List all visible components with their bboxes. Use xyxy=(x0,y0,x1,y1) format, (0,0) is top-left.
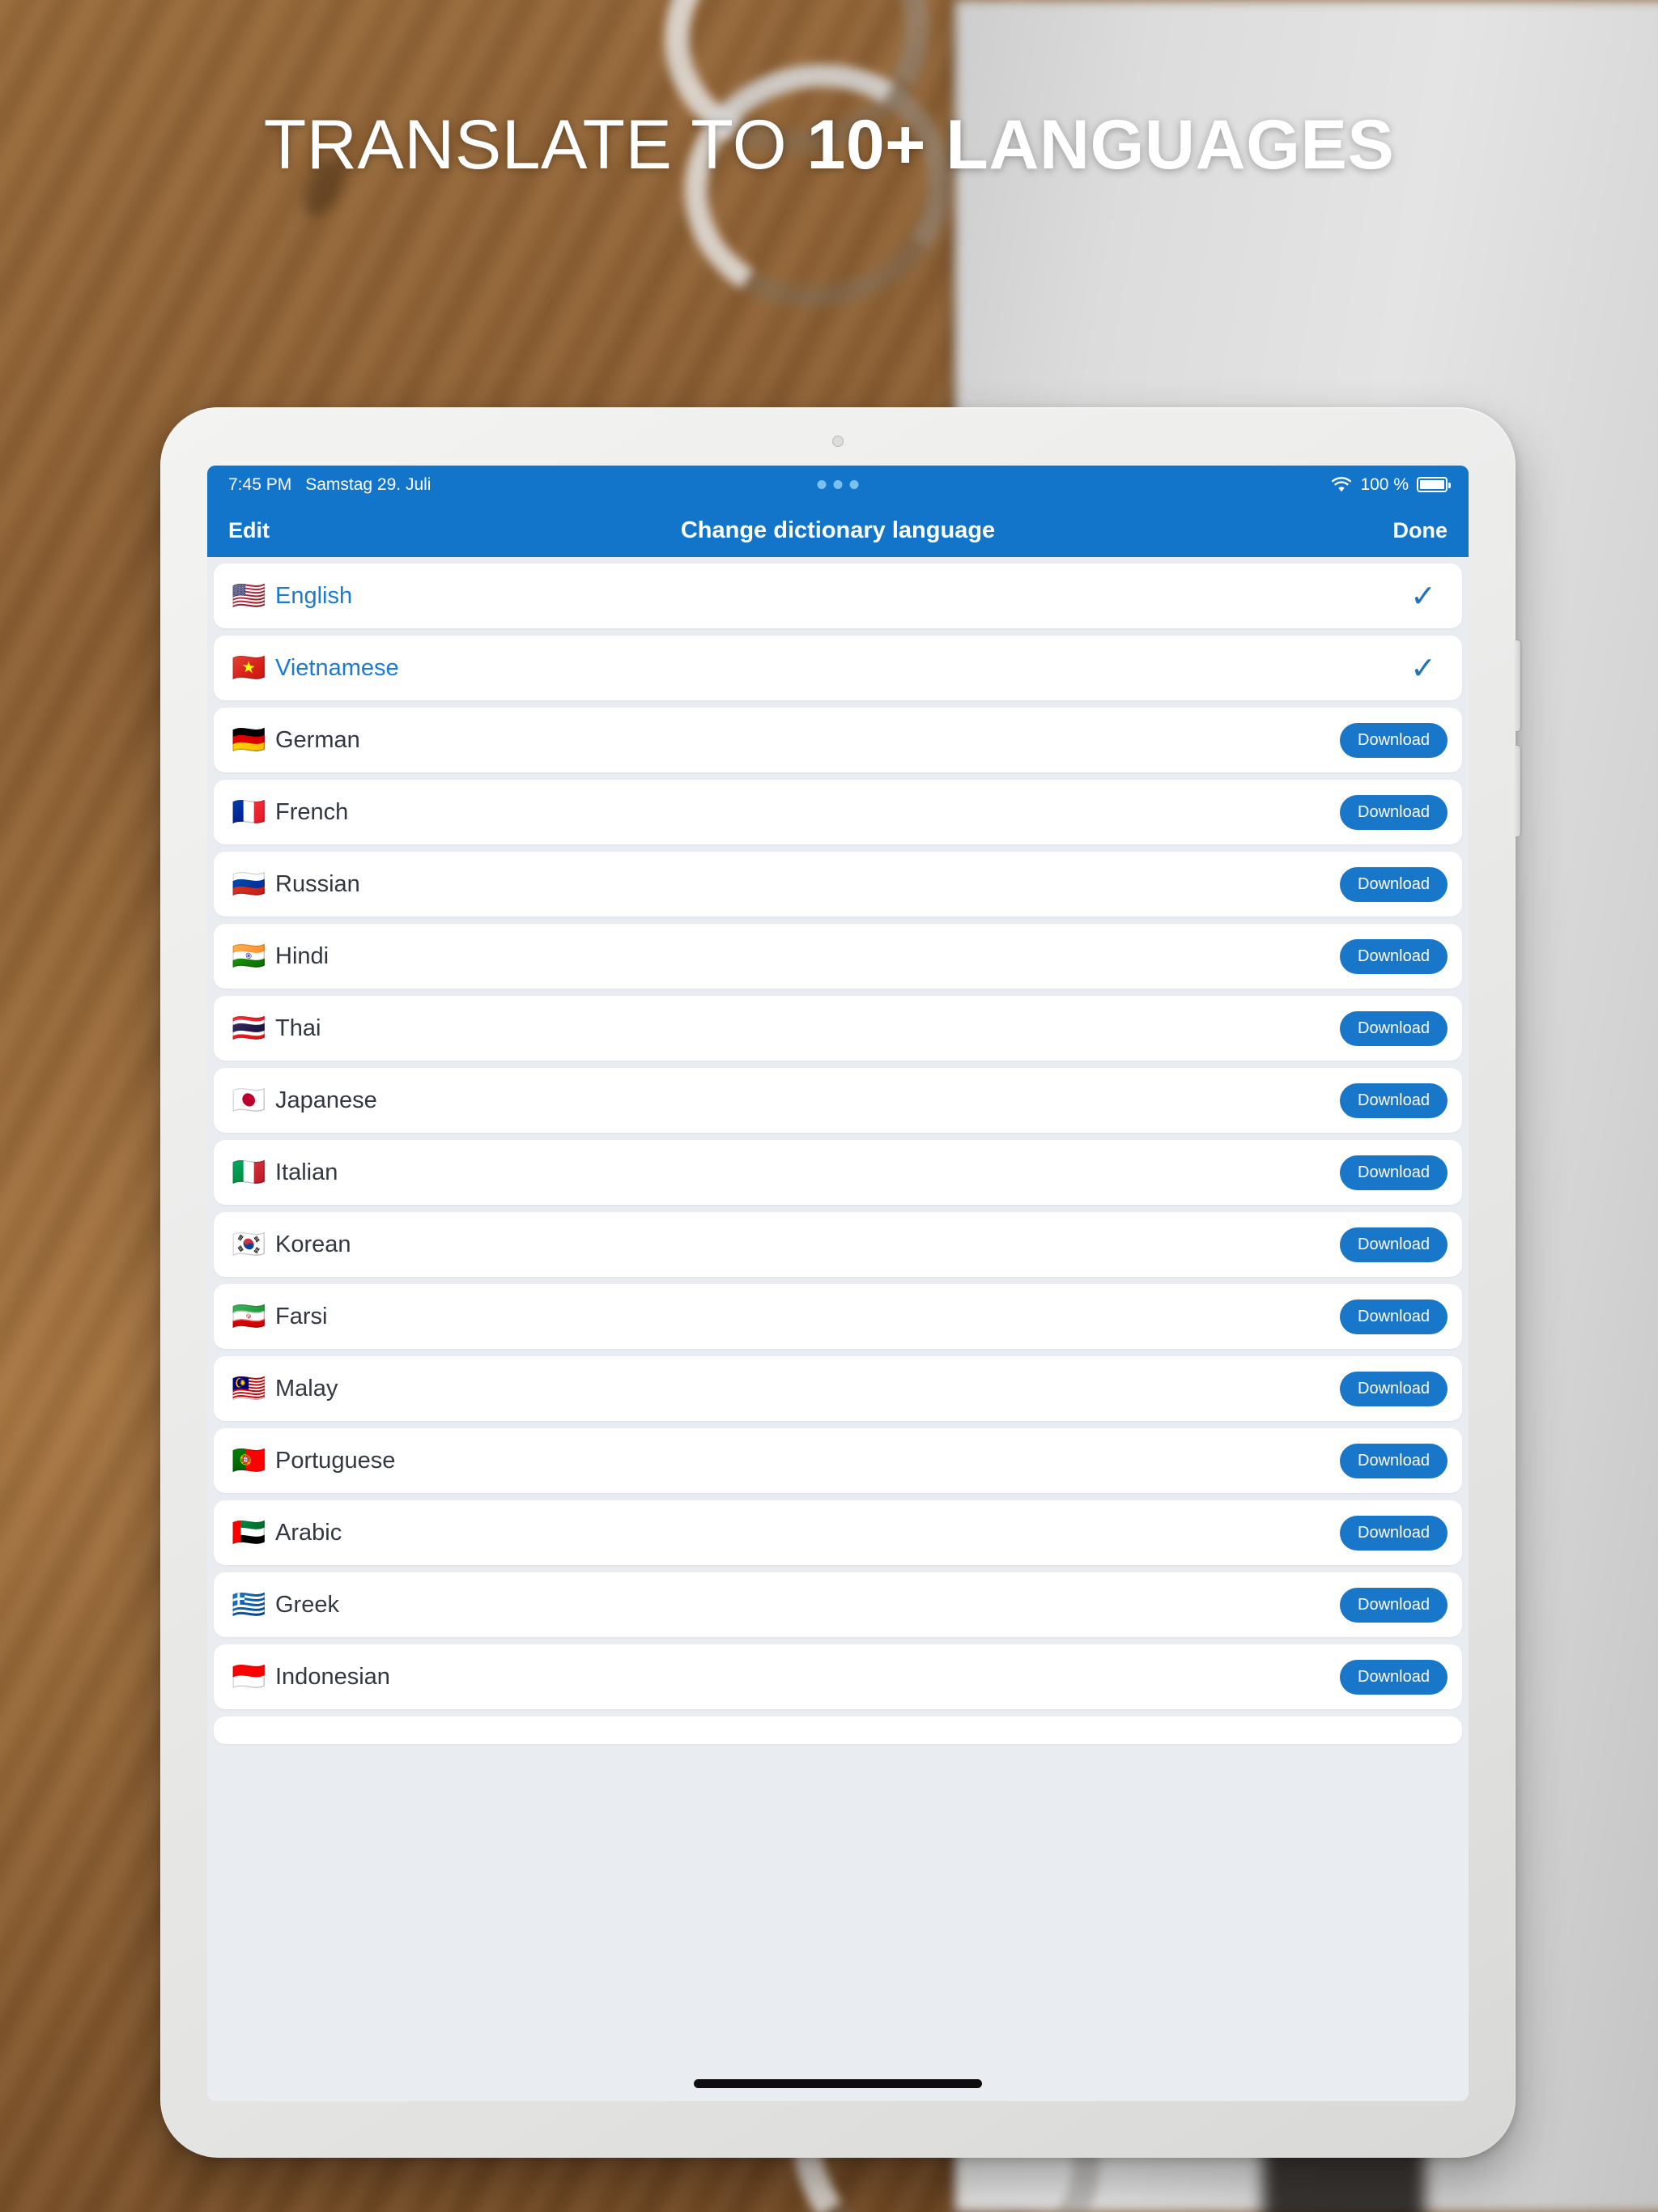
volume-up-button[interactable] xyxy=(1515,640,1520,731)
language-name-label: Indonesian xyxy=(275,1663,390,1690)
language-row-russian[interactable]: 🇷🇺 Russian Download xyxy=(214,852,1462,917)
battery-full-icon xyxy=(1417,477,1451,492)
flag-france-icon: 🇫🇷 xyxy=(232,796,266,828)
language-name-label: Russian xyxy=(275,870,360,897)
edit-button[interactable]: Edit xyxy=(228,518,270,543)
language-row-farsi[interactable]: 🇮🇷 Farsi Download xyxy=(214,1284,1462,1349)
language-name-label: Thai xyxy=(275,1015,321,1041)
headline-plain-text: TRANSLATE TO xyxy=(263,106,807,184)
download-button[interactable]: Download xyxy=(1340,1587,1448,1623)
status-bar-left: 7:45 PM Samstag 29. Juli xyxy=(228,475,431,495)
language-row-malay[interactable]: 🇲🇾 Malay Download xyxy=(214,1356,1462,1421)
flag-uae-icon: 🇦🇪 xyxy=(232,1516,266,1549)
language-name-label: Hindi xyxy=(275,942,329,969)
flag-india-icon: 🇮🇳 xyxy=(232,940,266,972)
download-button[interactable]: Download xyxy=(1340,1443,1448,1478)
download-button[interactable]: Download xyxy=(1340,1010,1448,1046)
status-bar: 7:45 PM Samstag 29. Juli 100 % xyxy=(207,466,1469,504)
language-name-label: German xyxy=(275,726,360,753)
language-row-german[interactable]: 🇩🇪 German Download xyxy=(214,708,1462,772)
download-button[interactable]: Download xyxy=(1340,722,1448,758)
language-row-thai[interactable]: 🇹🇭 Thai Download xyxy=(214,996,1462,1061)
language-row-greek[interactable]: 🇬🇷 Greek Download xyxy=(214,1572,1462,1637)
status-bar-right: 100 % xyxy=(1331,474,1451,495)
download-button[interactable]: Download xyxy=(1340,1659,1448,1695)
download-button[interactable]: Download xyxy=(1340,866,1448,902)
language-row-vietnamese[interactable]: 🇻🇳 Vietnamese ✓ xyxy=(214,636,1462,700)
download-button[interactable]: Download xyxy=(1340,794,1448,830)
flag-south-korea-icon: 🇰🇷 xyxy=(232,1228,266,1261)
flag-greece-icon: 🇬🇷 xyxy=(232,1589,266,1621)
language-name-label: Arabic xyxy=(275,1519,342,1546)
flag-russia-icon: 🇷🇺 xyxy=(232,868,266,900)
checkmark-icon: ✓ xyxy=(1410,578,1436,614)
page-title: Change dictionary language xyxy=(680,517,996,543)
tablet-screen: 7:45 PM Samstag 29. Juli 100 % Edit Chan… xyxy=(207,466,1469,2101)
download-button[interactable]: Download xyxy=(1340,1083,1448,1118)
home-indicator[interactable] xyxy=(694,2078,982,2088)
tablet-device-mockup: 7:45 PM Samstag 29. Juli 100 % Edit Chan… xyxy=(160,407,1520,2158)
status-date: Samstag 29. Juli xyxy=(305,474,432,494)
download-button[interactable]: Download xyxy=(1340,1515,1448,1551)
language-row-italian[interactable]: 🇮🇹 Italian Download xyxy=(214,1140,1462,1205)
front-camera-icon xyxy=(832,436,844,447)
download-button[interactable]: Download xyxy=(1340,938,1448,974)
multitasking-handle[interactable] xyxy=(817,480,859,489)
download-button[interactable]: Download xyxy=(1340,1299,1448,1334)
flag-iran-icon: 🇮🇷 xyxy=(232,1300,266,1333)
language-row-portuguese[interactable]: 🇵🇹 Portuguese Download xyxy=(214,1428,1462,1493)
flag-united-states-icon: 🇺🇸 xyxy=(232,580,266,612)
language-name-label: Portuguese xyxy=(275,1447,396,1474)
flag-indonesia-icon: 🇮🇩 xyxy=(232,1661,266,1693)
language-row-korean[interactable]: 🇰🇷 Korean Download xyxy=(214,1212,1462,1277)
done-button[interactable]: Done xyxy=(1393,518,1448,543)
language-name-label: Italian xyxy=(275,1159,338,1185)
status-time: 7:45 PM xyxy=(228,474,292,494)
language-list[interactable]: 🇺🇸 English ✓ 🇻🇳 Vietnamese ✓ 🇩🇪 German Download 🇫… xyxy=(207,557,1469,2065)
home-indicator-area xyxy=(207,2065,1469,2101)
language-row-japanese[interactable]: 🇯🇵 Japanese Download xyxy=(214,1068,1462,1133)
language-name-label: English xyxy=(275,582,353,609)
language-row-english[interactable]: 🇺🇸 English ✓ xyxy=(214,564,1462,628)
download-button[interactable]: Download xyxy=(1340,1155,1448,1190)
language-name-label: Farsi xyxy=(275,1303,328,1329)
checkmark-icon: ✓ xyxy=(1410,650,1436,686)
volume-down-button[interactable] xyxy=(1515,746,1520,836)
flag-japan-icon: 🇯🇵 xyxy=(232,1084,266,1117)
multitask-dot-icon xyxy=(817,480,827,489)
battery-percent-label: 100 % xyxy=(1360,474,1409,494)
navigation-bar: Edit Change dictionary language Done xyxy=(207,504,1469,557)
multitask-dot-icon xyxy=(849,480,859,489)
language-row-hindi[interactable]: 🇮🇳 Hindi Download xyxy=(214,924,1462,989)
flag-vietnam-icon: 🇻🇳 xyxy=(232,652,266,684)
flag-portugal-icon: 🇵🇹 xyxy=(232,1444,266,1477)
language-name-label: Vietnamese xyxy=(275,654,399,681)
language-name-label: Malay xyxy=(275,1375,338,1402)
flag-germany-icon: 🇩🇪 xyxy=(232,724,266,756)
marketing-headline: TRANSLATE TO 10+ LANGUAGES xyxy=(0,105,1658,185)
download-button[interactable]: Download xyxy=(1340,1371,1448,1406)
flag-thailand-icon: 🇹🇭 xyxy=(232,1012,266,1044)
language-row-arabic[interactable]: 🇦🇪 Arabic Download xyxy=(214,1500,1462,1565)
language-row-indonesian[interactable]: 🇮🇩 Indonesian Download xyxy=(214,1644,1462,1709)
download-button[interactable]: Download xyxy=(1340,1227,1448,1262)
language-row-french[interactable]: 🇫🇷 French Download xyxy=(214,780,1462,844)
headline-bold-text: 10+ LANGUAGES xyxy=(806,106,1395,184)
language-name-label: French xyxy=(275,798,349,825)
flag-italy-icon: 🇮🇹 xyxy=(232,1156,266,1189)
language-name-label: Korean xyxy=(275,1231,351,1257)
multitask-dot-icon xyxy=(833,480,843,489)
language-row-partial[interactable] xyxy=(214,1716,1462,1744)
wifi-icon xyxy=(1332,476,1352,491)
language-name-label: Greek xyxy=(275,1591,339,1618)
language-name-label: Japanese xyxy=(275,1087,377,1113)
flag-malaysia-icon: 🇲🇾 xyxy=(232,1372,266,1405)
